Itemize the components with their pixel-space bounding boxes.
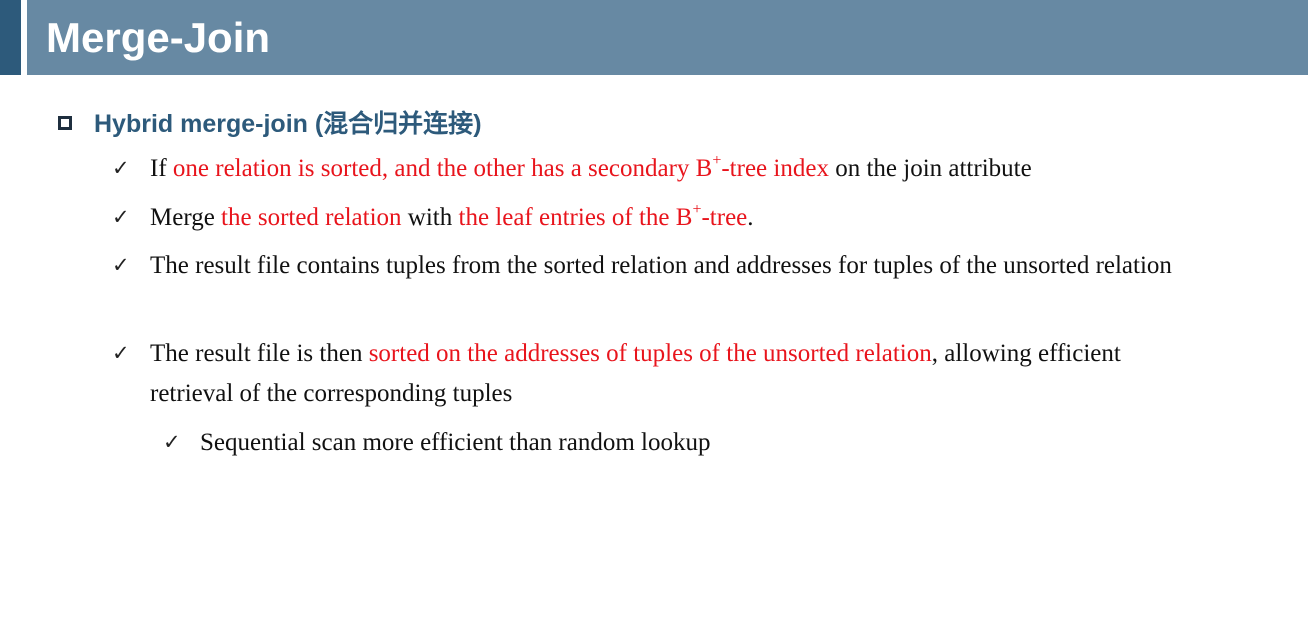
title-accent-stripe (0, 0, 21, 75)
bullet-1-text-b: on the join attribute (828, 155, 1032, 182)
bullet-1-superscript: + (712, 151, 722, 169)
sub-bullet-1-text: Sequential scan more efficient than rand… (200, 429, 711, 456)
check-mark-icon: ✓ (163, 430, 181, 454)
bullet-4-text-a: The result file is then (150, 340, 369, 367)
bullet-2: Merge the sorted relation with the leaf … (150, 198, 1270, 238)
check-mark-icon: ✓ (112, 205, 130, 229)
bullet-2-highlight-a: the sorted relation (221, 204, 402, 231)
bullet-1-highlight-b: -tree index (721, 155, 829, 182)
bullet-2-superscript: + (692, 200, 702, 218)
bullet-1: If one relation is sorted, and the other… (150, 149, 1270, 189)
bullet-3: The result file contains tuples from the… (150, 246, 1180, 286)
check-mark-icon: ✓ (112, 253, 130, 277)
bullet-2-highlight-c: -tree (701, 204, 748, 231)
bullet-3-text: The result file contains tuples from the… (150, 252, 1172, 279)
sub-bullet-1: Sequential scan more efficient than rand… (200, 423, 711, 463)
bullet-2-highlight-b: the leaf entries of the B (458, 204, 693, 231)
bullet-4: The result file is then sorted on the ad… (150, 334, 1208, 414)
bullet-2-text-a: Merge (150, 204, 222, 231)
bullet-4-highlight: sorted on the addresses of tuples of the… (368, 340, 932, 367)
check-mark-icon: ✓ (112, 156, 130, 180)
check-mark-icon: ✓ (112, 341, 130, 365)
level1-heading: Hybrid merge-join (混合归并连接) (94, 110, 482, 138)
hollow-square-icon (58, 115, 72, 130)
bullet-2-text-b: with (401, 204, 459, 231)
bullet-2-text-c: . (747, 204, 754, 231)
slide-title: Merge-Join (46, 14, 271, 61)
slide: Merge-Join Hybrid merge-join (混合归并连接) ✓ … (0, 0, 1308, 638)
bullet-1-text-a: If (150, 155, 173, 182)
level1-bullet: Hybrid merge-join (混合归并连接) (58, 104, 482, 140)
bullet-1-highlight-a: one relation is sorted, and the other ha… (172, 155, 713, 182)
title-bar: Merge-Join (0, 0, 1308, 75)
